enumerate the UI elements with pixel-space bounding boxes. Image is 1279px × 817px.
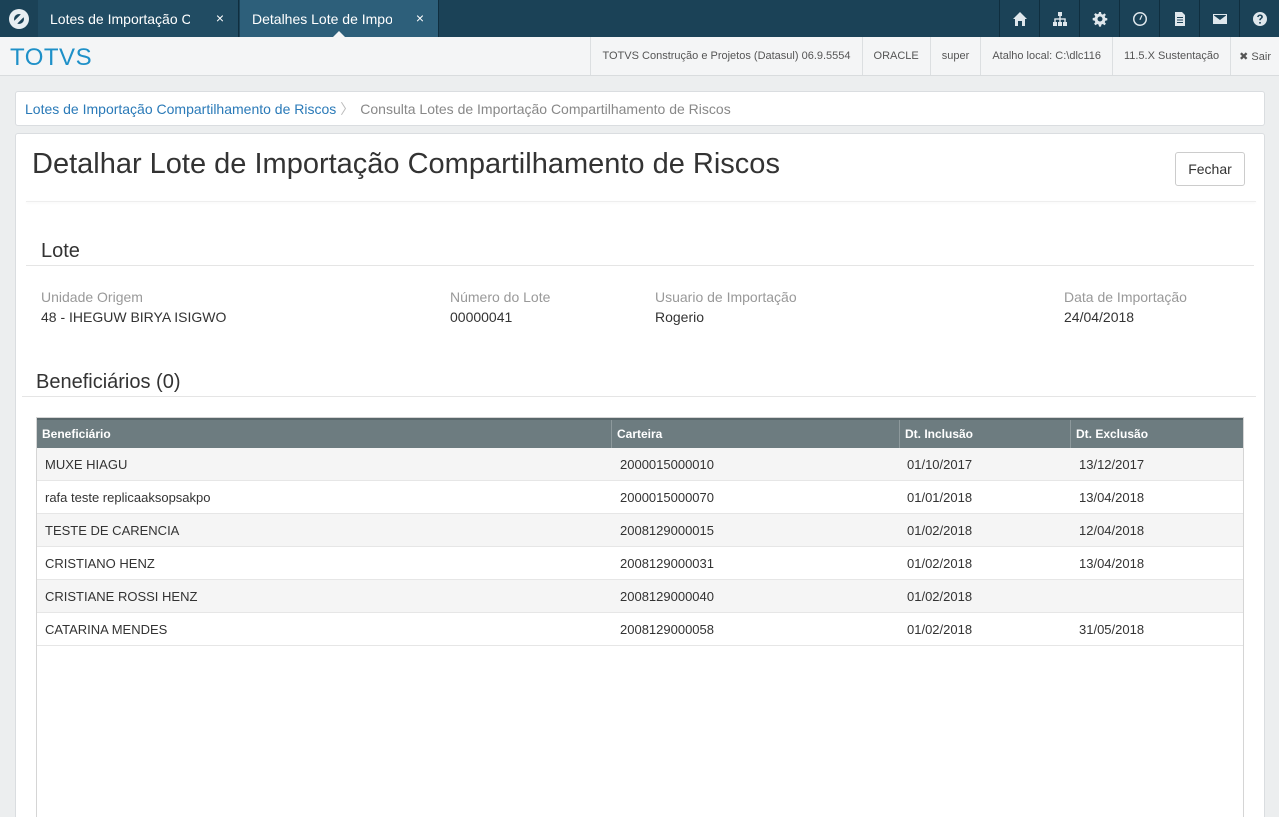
section-divider [22, 396, 1256, 397]
table-row[interactable]: CRISTIANO HENZ 2008129000031 01/02/2018 … [37, 547, 1243, 580]
gear-icon[interactable] [1079, 0, 1119, 37]
user-info: super [929, 37, 981, 75]
field-value: Rogerio [655, 309, 705, 325]
cell-carteira: 2000015000010 [620, 456, 714, 472]
cell-beneficiario: CATARINA MENDES [45, 621, 168, 637]
cell-dt-inclusao: 01/02/2018 [907, 588, 973, 604]
cell-beneficiario: MUXE HIAGU [45, 456, 128, 472]
table-row[interactable]: CATARINA MENDES 2008129000058 01/02/2018… [37, 613, 1243, 646]
close-button[interactable]: Fechar [1175, 152, 1245, 186]
column-header-beneficiario[interactable]: Beneficiário [37, 420, 612, 448]
breadcrumb-current: Consulta Lotes de Importação Compartilha… [360, 100, 731, 117]
cell-carteira: 2008129000040 [620, 588, 714, 604]
home-icon[interactable] [999, 0, 1039, 37]
help-icon[interactable] [1239, 0, 1279, 37]
session-info: TOTVS Construção e Projetos (Datasul) 06… [590, 37, 1279, 75]
exit-button[interactable]: ✖ Sair [1230, 37, 1279, 75]
field-value: 24/04/2018 [1064, 309, 1135, 325]
cell-beneficiario: TESTE DE CARENCIA [45, 522, 180, 538]
field-label: Data de Importação [1064, 289, 1187, 305]
sitemap-icon[interactable] [1039, 0, 1079, 37]
tab-label: Detalhes Lote de Importação [252, 10, 392, 27]
beneficiarios-grid: Beneficiário Carteira Dt. Inclusão Dt. E… [36, 417, 1244, 817]
field-data-importacao: Data de Importação 24/04/2018 [1064, 289, 1187, 325]
header-bar: TOTVS TOTVS Construção e Projetos (Datas… [0, 37, 1279, 76]
table-row[interactable]: CRISTIANE ROSSI HENZ 2008129000040 01/02… [37, 580, 1243, 613]
top-toolbar [999, 0, 1279, 37]
section-divider [26, 265, 1254, 266]
field-label: Número do Lote [450, 289, 551, 305]
cell-dt-exclusao: 13/04/2018 [1079, 489, 1145, 505]
column-header-dt-inclusao[interactable]: Dt. Inclusão [900, 420, 1071, 448]
database-info: ORACLE [861, 37, 930, 75]
tab-label: Lotes de Importação Compartilhamento de … [50, 10, 190, 27]
section-title-lote: Lote [41, 240, 80, 262]
title-divider [26, 201, 1256, 202]
cell-dt-exclusao: 13/12/2017 [1079, 456, 1145, 472]
cell-dt-inclusao: 01/01/2018 [907, 489, 973, 505]
field-usuario-importacao: Usuario de Importação Rogerio [655, 289, 797, 325]
field-value: 00000041 [450, 309, 513, 325]
cell-dt-exclusao: 13/04/2018 [1079, 555, 1145, 571]
table-row[interactable]: MUXE HIAGU 2000015000010 01/10/2017 13/1… [37, 448, 1243, 481]
breadcrumb-separator: 〉 [340, 100, 355, 117]
grid-header: Beneficiário Carteira Dt. Inclusão Dt. E… [37, 418, 1243, 448]
page-title: Detalhar Lote de Importação Compartilham… [32, 148, 780, 180]
main-panel: Detalhar Lote de Importação Compartilham… [15, 133, 1265, 817]
totvs-logo-icon[interactable] [0, 0, 37, 37]
breadcrumb-parent-link[interactable]: Lotes de Importação Compartilhamento de … [25, 101, 336, 117]
document-icon[interactable] [1159, 0, 1199, 37]
clock-icon[interactable] [1119, 0, 1159, 37]
cell-dt-inclusao: 01/02/2018 [907, 555, 973, 571]
field-unidade-origem: Unidade Origem 48 - IHEGUW BIRYA ISIGWO [41, 289, 226, 325]
table-row[interactable]: rafa teste replicaaksopsakpo 20000150000… [37, 481, 1243, 514]
table-row[interactable]: TESTE DE CARENCIA 2008129000015 01/02/20… [37, 514, 1243, 547]
column-header-dt-exclusao[interactable]: Dt. Exclusão [1071, 420, 1243, 448]
field-label: Usuario de Importação [655, 289, 797, 305]
brand-logo: TOTVS [10, 44, 93, 71]
cell-carteira: 2008129000015 [620, 522, 714, 538]
cell-dt-exclusao [1071, 580, 1243, 612]
column-header-carteira[interactable]: Carteira [612, 420, 900, 448]
cell-dt-inclusao: 01/02/2018 [907, 522, 973, 538]
field-value: 48 - IHEGUW BIRYA ISIGWO [41, 309, 227, 325]
shortcut-info: Atalho local: C:\dlc116 [980, 37, 1112, 75]
cell-beneficiario: CRISTIANO HENZ [45, 555, 155, 571]
envelope-icon[interactable] [1199, 0, 1239, 37]
cell-dt-inclusao: 01/02/2018 [907, 621, 973, 637]
cell-carteira: 2008129000058 [620, 621, 714, 637]
version-info: 11.5.X Sustentação [1111, 37, 1230, 75]
cell-beneficiario: CRISTIANE ROSSI HENZ [45, 588, 198, 604]
top-tab-bar: Lotes de Importação Compartilhamento de … [0, 0, 1279, 37]
cell-carteira: 2008129000031 [620, 555, 714, 571]
field-numero-lote: Número do Lote 00000041 [450, 289, 550, 325]
cell-dt-exclusao: 12/04/2018 [1079, 522, 1145, 538]
breadcrumb: Lotes de Importação Compartilhamento de … [15, 91, 1265, 126]
cell-carteira: 2000015000070 [620, 489, 714, 505]
tab-lotes-importacao[interactable]: Lotes de Importação Compartilhamento de … [38, 0, 239, 37]
cell-beneficiario: rafa teste replicaaksopsakpo [45, 489, 211, 505]
cell-dt-inclusao: 01/10/2017 [907, 456, 973, 472]
product-info: TOTVS Construção e Projetos (Datasul) 06… [590, 37, 861, 75]
cell-dt-exclusao: 31/05/2018 [1079, 621, 1145, 637]
field-label: Unidade Origem [41, 289, 143, 305]
close-icon[interactable]: × [416, 10, 424, 26]
grid-body: MUXE HIAGU 2000015000010 01/10/2017 13/1… [37, 448, 1243, 646]
close-icon[interactable]: × [216, 10, 224, 26]
section-title-beneficiarios: Beneficiários (0) [36, 371, 181, 393]
